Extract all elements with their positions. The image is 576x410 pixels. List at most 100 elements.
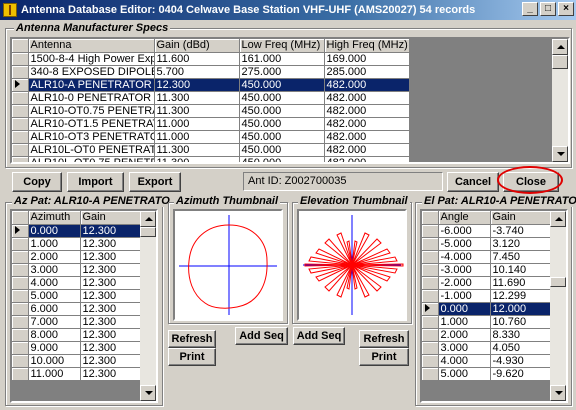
gain-cell[interactable]: 11.600 <box>154 52 240 66</box>
row-indicator[interactable] <box>12 52 29 66</box>
azimuth-cell[interactable]: 3.000 <box>28 263 81 277</box>
table-row[interactable]: ALR10-OT1.5 PENETRATI 11.000 450.000 482.00… <box>12 117 410 131</box>
angle-cell[interactable]: -5.000 <box>438 237 491 251</box>
table-row[interactable]: 7.000 12.300 <box>12 315 141 329</box>
row-indicator[interactable] <box>12 341 29 355</box>
window-close-button[interactable]: × <box>558 2 574 16</box>
el-gain-cell[interactable]: 7.450 <box>490 250 551 264</box>
antenna-name-cell[interactable]: ALR10-OT1.5 PENETRATI <box>28 117 155 131</box>
table-row[interactable]: 2.000 8.330 <box>422 328 551 342</box>
row-indicator[interactable] <box>422 367 439 381</box>
table-row[interactable]: 0.000 12.000 <box>422 302 551 316</box>
row-indicator[interactable] <box>12 78 29 92</box>
antenna-name-cell[interactable]: ALR10-OT0.75 PENETRAT <box>28 104 155 118</box>
az-gain-cell[interactable]: 12.300 <box>80 289 141 303</box>
azimuth-cell[interactable]: 10.000 <box>28 354 81 368</box>
az-gain-cell[interactable]: 12.300 <box>80 250 141 264</box>
row-indicator[interactable] <box>12 104 29 118</box>
row-indicator[interactable] <box>12 315 29 329</box>
scroll-thumb[interactable] <box>550 277 566 287</box>
cancel-button[interactable]: Cancel <box>447 172 499 192</box>
az-pattern-grid[interactable]: Azimuth Gain 0.000 12.300 1.000 12.300 2.000… <box>10 209 158 403</box>
gain-cell[interactable]: 11.300 <box>154 143 240 157</box>
copy-button[interactable]: Copy <box>12 172 62 192</box>
col-low-freq-header[interactable]: Low Freq (MHz) <box>239 39 325 53</box>
antenna-name-cell[interactable]: ALR10L-OT0.75 PENETRA <box>28 156 155 162</box>
row-indicator[interactable] <box>422 250 439 264</box>
scroll-down-button[interactable] <box>552 146 568 162</box>
import-button[interactable]: Import <box>67 172 124 192</box>
table-row[interactable]: 6.000 12.300 <box>12 302 141 316</box>
el-gain-cell[interactable]: 12.000 <box>490 302 551 316</box>
el-gain-cell[interactable]: 12.299 <box>490 289 551 303</box>
col-antenna-header[interactable]: Antenna <box>28 39 155 53</box>
row-indicator[interactable] <box>12 224 29 238</box>
low-freq-cell[interactable]: 450.000 <box>239 156 325 162</box>
az-gain-cell[interactable]: 12.300 <box>80 315 141 329</box>
angle-cell[interactable]: 2.000 <box>438 328 491 342</box>
row-indicator[interactable] <box>12 117 29 131</box>
el-pattern-grid[interactable]: Angle Gain -6.000 -3.740 -5.000 3.120 -4.000… <box>420 209 568 403</box>
col-el-gain-header[interactable]: Gain <box>490 211 551 225</box>
gain-cell[interactable]: 11.300 <box>154 156 240 162</box>
table-row[interactable]: 5.000 -9.620 <box>422 367 551 381</box>
row-indicator[interactable] <box>12 367 29 381</box>
minimize-button[interactable]: _ <box>522 2 538 16</box>
az-gain-cell[interactable]: 12.300 <box>80 328 141 342</box>
el-gain-cell[interactable]: 4.050 <box>490 341 551 355</box>
high-freq-cell[interactable]: 482.000 <box>324 78 410 92</box>
row-indicator[interactable] <box>422 315 439 329</box>
specs-scrollbar[interactable] <box>552 39 568 162</box>
gain-cell[interactable]: 12.300 <box>154 78 240 92</box>
az-add-seq-button[interactable]: Add Seq <box>235 327 288 345</box>
table-row[interactable]: -2.000 11.690 <box>422 276 551 290</box>
table-row[interactable]: ALR10-A PENETRATOR F 12.300 450.000 482.000 <box>12 78 410 92</box>
gain-cell[interactable]: 11.000 <box>154 130 240 144</box>
table-row[interactable]: ALR10L-OT0.75 PENETRA 11.300 450.000 482.00… <box>12 156 410 162</box>
row-indicator[interactable] <box>12 91 29 105</box>
az-gain-cell[interactable]: 12.300 <box>80 354 141 368</box>
az-gain-cell[interactable]: 12.300 <box>80 237 141 251</box>
table-row[interactable]: ALR10-OT3 PENETRATO 11.000 450.000 482.000 <box>12 130 410 144</box>
table-row[interactable]: 4.000 -4.930 <box>422 354 551 368</box>
row-indicator[interactable] <box>422 224 439 238</box>
scroll-down-button[interactable] <box>140 385 156 401</box>
row-indicator[interactable] <box>12 354 29 368</box>
table-row[interactable]: ALR10L-OT0 PENETRATI 11.300 450.000 482.000 <box>12 143 410 157</box>
row-indicator[interactable] <box>12 263 29 277</box>
scroll-up-button[interactable] <box>140 211 156 227</box>
export-button[interactable]: Export <box>129 172 181 192</box>
angle-cell[interactable]: 0.000 <box>438 302 491 316</box>
azimuth-cell[interactable]: 8.000 <box>28 328 81 342</box>
manufacturer-specs-grid[interactable]: Antenna Gain (dBd) Low Freq (MHz) High F… <box>10 37 570 164</box>
high-freq-cell[interactable]: 169.000 <box>324 52 410 66</box>
table-row[interactable]: 8.000 12.300 <box>12 328 141 342</box>
az-gain-cell[interactable]: 12.300 <box>80 276 141 290</box>
row-indicator[interactable] <box>12 276 29 290</box>
azimuth-cell[interactable]: 0.000 <box>28 224 81 238</box>
row-indicator[interactable] <box>12 130 29 144</box>
table-row[interactable]: 3.000 12.300 <box>12 263 141 277</box>
table-row[interactable]: 1.000 12.300 <box>12 237 141 251</box>
low-freq-cell[interactable]: 450.000 <box>239 104 325 118</box>
azimuth-cell[interactable]: 2.000 <box>28 250 81 264</box>
azimuth-cell[interactable]: 9.000 <box>28 341 81 355</box>
az-print-button[interactable]: Print <box>168 348 216 366</box>
antenna-name-cell[interactable]: ALR10-OT3 PENETRATO <box>28 130 155 144</box>
table-row[interactable]: 5.000 12.300 <box>12 289 141 303</box>
gain-cell[interactable]: 11.300 <box>154 91 240 105</box>
table-row[interactable]: 9.000 12.300 <box>12 341 141 355</box>
el-print-button[interactable]: Print <box>359 348 409 366</box>
row-indicator[interactable] <box>422 302 439 316</box>
high-freq-cell[interactable]: 482.000 <box>324 104 410 118</box>
table-row[interactable]: -5.000 3.120 <box>422 237 551 251</box>
table-row[interactable]: 11.000 12.300 <box>12 367 141 381</box>
table-row[interactable]: ALR10-OT0.75 PENETRAT 11.300 450.000 482.00… <box>12 104 410 118</box>
table-row[interactable]: 1500-8-4 High Power Expo 11.600 161.000 169… <box>12 52 410 66</box>
azimuth-cell[interactable]: 5.000 <box>28 289 81 303</box>
col-gain-header[interactable]: Gain (dBd) <box>154 39 240 53</box>
high-freq-cell[interactable]: 482.000 <box>324 130 410 144</box>
scroll-up-button[interactable] <box>550 211 566 227</box>
az-gain-cell[interactable]: 12.300 <box>80 341 141 355</box>
angle-cell[interactable]: -6.000 <box>438 224 491 238</box>
